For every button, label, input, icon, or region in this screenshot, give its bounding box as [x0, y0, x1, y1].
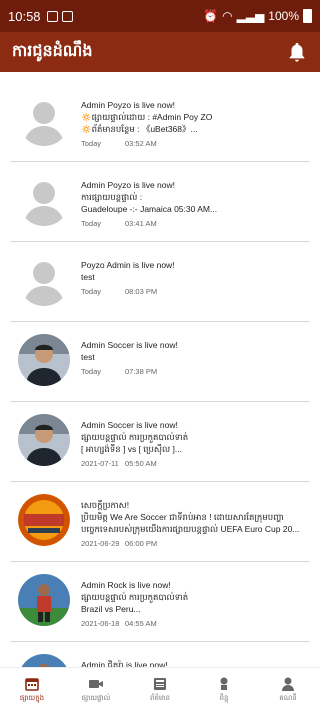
notification-content: Poyzo Admin is live now! test Today 08:03 P… [81, 259, 306, 296]
notification-body-line: test [81, 352, 95, 362]
notification-item[interactable]: Admin Poyzo is live now! 🔅ផ្សាយផ្ទាល់ដោយ … [10, 82, 310, 162]
avatar [18, 574, 70, 626]
tab-label: ផ្សាយក្នុង [19, 693, 45, 702]
notification-body-line: 🔅ព័ត៌មានបន្ថែម : 《uBet368》... [81, 124, 198, 134]
notification-item[interactable]: Poyzo Admin is live now! test Today 08:03 P… [10, 242, 310, 322]
notification-title: Admin Poyzo is live now! [81, 180, 176, 190]
notification-item[interactable]: Admin Soccer is live now! test Today 07:38 … [10, 322, 310, 402]
notification-title: សេចក្តីប្រកាស! [81, 500, 130, 510]
profile-icon [282, 677, 294, 691]
avatar [18, 174, 70, 226]
notification-date: 2021-06-29 [81, 539, 120, 548]
tab-label: គណនី [279, 693, 297, 702]
signal-icon: ▂▃▅ [236, 9, 265, 23]
notification-meta: 2021-06-18 04:55 AM [81, 619, 306, 628]
notification-body-line: បច្ចេកទេសរបស់ក្រុមយើងការផ្សាយបន្តផ្ទាល់ … [81, 524, 300, 534]
status-right: ⏰ ◠ ▂▃▅ 100% [203, 9, 312, 23]
notification-list[interactable]: Admin Poyzo is live now! 🔅ផ្សាយផ្ទាល់ដោយ … [0, 82, 320, 667]
notification-meta: 2021-07-11 05:50 AM [81, 459, 306, 468]
tab-calendar[interactable]: ផ្សាយក្នុង [0, 668, 64, 711]
notification-time: 05:50 AM [125, 459, 157, 468]
notification-body-line: ផ្សាយបន្តផ្ទាល់ ការប្រកួតបាល់ទាត់ [81, 432, 189, 442]
avatar [18, 254, 70, 306]
notification-title: Admin Soccer is live now! [81, 420, 178, 430]
app-bar: ការជូនដំណឹង [0, 32, 320, 72]
alarm-icon: ⏰ [203, 9, 219, 23]
status-time: 10:58 [8, 8, 41, 24]
notification-time: 03:52 AM [125, 139, 157, 148]
notification-date: Today [81, 287, 102, 296]
notification-title: Admin Rock is live now! [81, 580, 171, 590]
tab-label: ផ្សាយផ្ទាល់ [81, 693, 111, 702]
avatar [18, 414, 70, 466]
notification-content: Admin Rock is live now! ផ្សាយបន្តផ្ទាល់ ក… [81, 579, 306, 628]
notification-item[interactable]: Admin Poyzo is live now! ការផ្សាយបន្តផ្ទា… [10, 162, 310, 242]
notification-date: 2021-06-18 [81, 619, 120, 628]
notification-content: Admin Poyzo is live now! ការផ្សាយបន្តផ្ទា… [81, 179, 306, 228]
notification-time: 06:00 PM [125, 539, 158, 548]
notification-meta: Today 07:38 PM [81, 367, 306, 376]
notification-meta: Today 08:03 PM [81, 287, 306, 296]
notification-meta: Today 03:41 AM [81, 219, 306, 228]
page-title: ការជូនដំណឹង [12, 41, 93, 60]
tab-label: ព័ត៌មាន [150, 693, 170, 702]
notification-body-line: Guadeloupe -:- Jamaica 05:30 AM... [81, 204, 218, 214]
status-left-icons [46, 10, 73, 22]
notification-body-line: Brazil vs Peru... [81, 604, 141, 614]
calendar-icon [25, 677, 39, 691]
tab-label: ពិន្ទុ [219, 693, 229, 702]
notification-item[interactable]: សេចក្តីប្រកាស! ប្រិយមិត្ត We Are Soccer ជ… [10, 482, 310, 562]
image-icon [61, 10, 73, 22]
notification-title: Admin ជិតរ៉ា is live now! [81, 660, 168, 667]
wifi-icon: ◠ [222, 9, 233, 23]
notification-time: 08:03 PM [125, 287, 158, 296]
tab-profile[interactable]: គណនី [256, 668, 320, 711]
notification-date: Today [81, 219, 102, 228]
battery-icon [303, 9, 312, 23]
battery-label: 100% [268, 9, 299, 23]
notification-content: Admin ជិតរ៉ា is live now! [81, 659, 306, 667]
notification-date: Today [81, 367, 102, 376]
tab-video[interactable]: ផ្សាយផ្ទាល់ [64, 668, 128, 711]
avatar [18, 334, 70, 386]
notification-date: 2021-07-11 [81, 459, 119, 468]
avatar [18, 494, 70, 546]
notification-body-line: ប្រិយមិត្ត We Are Soccer ជាទីរាប់អាន ! ដ… [81, 512, 284, 522]
tab-news[interactable]: ព័ត៌មាន [128, 668, 192, 711]
notification-content: Admin Poyzo is live now! 🔅ផ្សាយផ្ទាល់ដោយ … [81, 99, 306, 148]
notification-content: Admin Soccer is live now! test Today 07:38 … [81, 339, 306, 376]
notification-meta: 2021-06-29 06:00 PM [81, 539, 306, 548]
avatar [18, 654, 70, 667]
notification-item[interactable]: Admin ជិតរ៉ា is live now! [10, 642, 310, 667]
bottom-nav: ផ្សាយក្នុង ផ្សាយផ្ទាល់ ព័ត៌មាន ពិន្ទុ គណនី [0, 667, 320, 711]
notification-body-line: ការផ្សាយបន្តផ្ទាល់ : [81, 192, 143, 202]
notification-time: 07:38 PM [125, 367, 158, 376]
video-icon [89, 679, 103, 688]
notification-body-line: test [81, 272, 95, 282]
notification-time: 04:55 AM [125, 619, 157, 628]
tab-trophy[interactable]: ពិន្ទុ [192, 668, 256, 711]
notification-content: Admin Soccer is live now! ផ្សាយបន្តផ្ទាល់… [81, 419, 306, 468]
bell-icon[interactable] [286, 41, 308, 63]
trophy-icon [220, 677, 228, 690]
notification-body-line: [ អាហ្សង់ទីន ] vs [ ប្រេស៊ីល ]... [81, 444, 182, 454]
notification-date: Today [81, 139, 102, 148]
notification-body-line: ផ្សាយបន្តផ្ទាល់ ការប្រកួតបាល់ទាត់ [81, 592, 189, 602]
avatar [18, 94, 70, 146]
notification-item[interactable]: Admin Rock is live now! ផ្សាយបន្តផ្ទាល់ ក… [10, 562, 310, 642]
notification-content: សេចក្តីប្រកាស! ប្រិយមិត្ត We Are Soccer ជ… [81, 499, 306, 548]
notification-title: Admin Poyzo is live now! [81, 100, 176, 110]
news-icon [154, 677, 166, 690]
notification-icon [46, 10, 58, 22]
notification-title: Poyzo Admin is live now! [81, 260, 175, 270]
notification-body-line: 🔅ផ្សាយផ្ទាល់ដោយ : #Admin Poy ZO [81, 112, 213, 122]
notification-title: Admin Soccer is live now! [81, 340, 178, 350]
notification-meta: Today 03:52 AM [81, 139, 306, 148]
status-bar: 10:58 ⏰ ◠ ▂▃▅ 100% [0, 0, 320, 32]
notification-item[interactable]: Admin Soccer is live now! ផ្សាយបន្តផ្ទាល់… [10, 402, 310, 482]
notification-time: 03:41 AM [125, 219, 157, 228]
